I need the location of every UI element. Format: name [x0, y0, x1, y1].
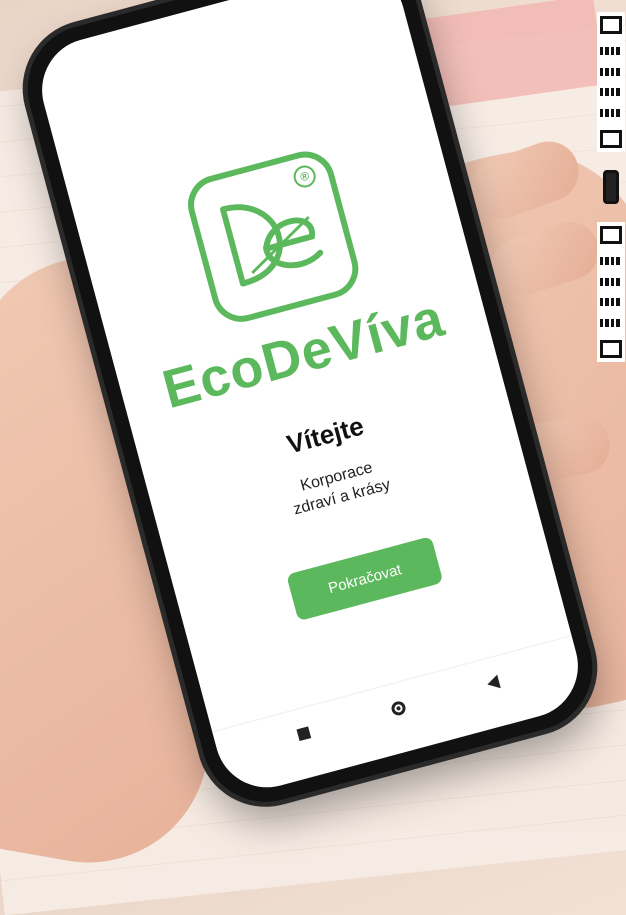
qr-code-icon[interactable]: [597, 12, 625, 152]
qr-code-icon[interactable]: [597, 222, 625, 362]
continue-button[interactable]: Pokračovat: [286, 536, 444, 622]
recent-apps-icon[interactable]: [296, 725, 312, 741]
brand-logo: ®: [181, 144, 366, 329]
home-icon[interactable]: [389, 699, 407, 717]
phone-icon: [603, 170, 619, 204]
logo-de-icon: [220, 204, 324, 287]
side-panel: [596, 12, 626, 362]
back-icon[interactable]: [485, 674, 501, 691]
